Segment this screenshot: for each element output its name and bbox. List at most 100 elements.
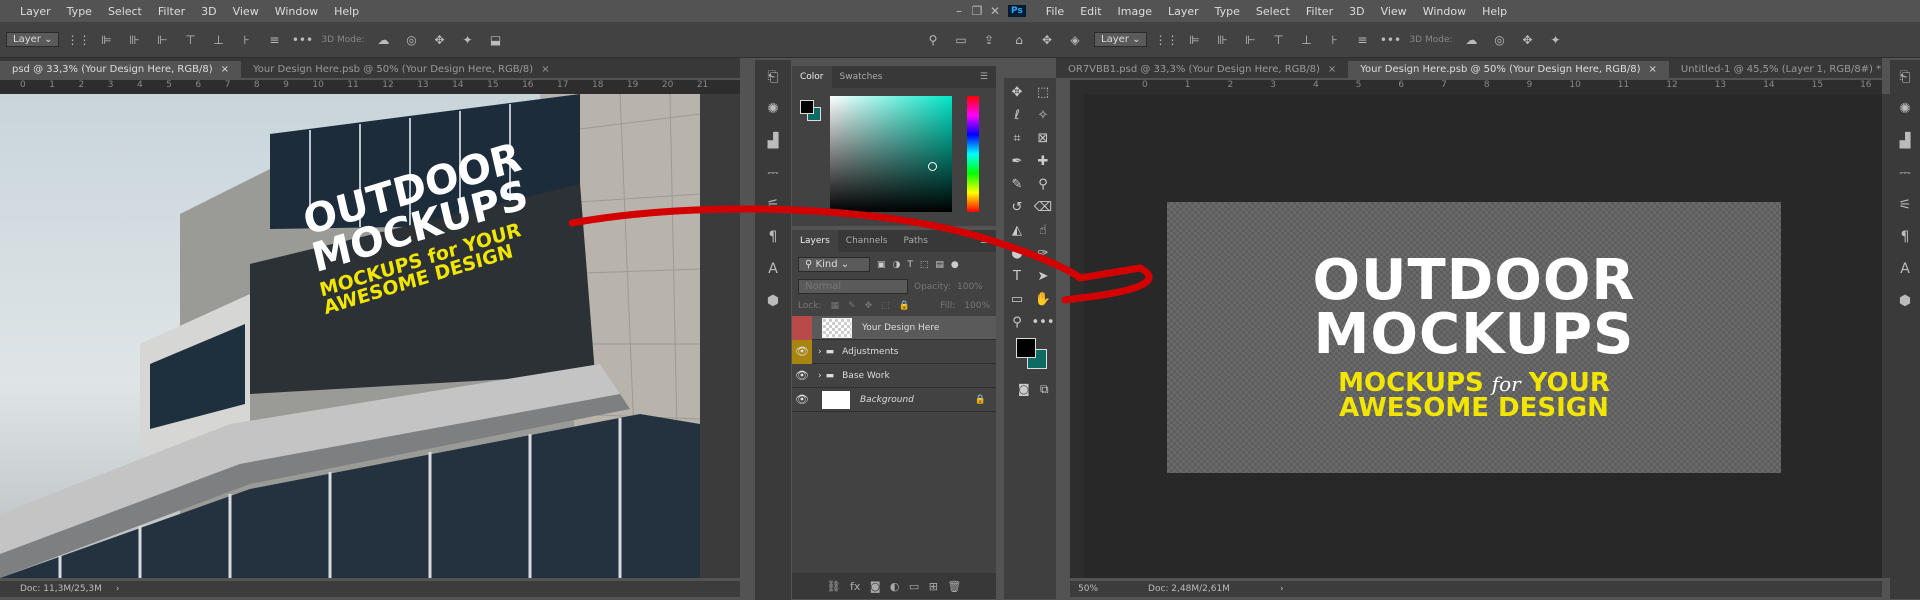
more-options-icon[interactable]: ••• — [292, 31, 313, 49]
history-icon[interactable]: ⎗ — [764, 68, 782, 86]
doc-tab[interactable]: Untitled-1 @ 45,5% (Layer 1, RGB/8#) *× — [1669, 61, 1910, 78]
tab-close-icon[interactable]: × — [1648, 64, 1656, 75]
pan-3d-icon[interactable]: ✥ — [1519, 31, 1537, 49]
scale-3d-icon[interactable]: ⬓ — [487, 31, 505, 49]
menu-3d[interactable]: 3D — [1341, 5, 1372, 18]
vertical-scrollbar[interactable] — [1882, 94, 1890, 578]
menu-image[interactable]: Image — [1110, 5, 1160, 18]
move-tool-icon[interactable]: ✥ — [1038, 31, 1056, 49]
tab-close-icon[interactable]: × — [221, 64, 229, 75]
more-options-icon[interactable]: ••• — [1380, 31, 1401, 49]
fill-value[interactable]: 100% — [964, 301, 990, 311]
align-bottom-icon[interactable]: ⊦ — [237, 31, 255, 49]
clone-stamp-icon[interactable]: ⚲ — [1031, 173, 1055, 195]
menu-layer[interactable]: Layer — [1160, 5, 1207, 18]
lock-artboard-icon[interactable]: ⬚ — [881, 301, 890, 311]
home-icon[interactable]: ⌂ — [1010, 31, 1028, 49]
histogram-icon[interactable]: ▟ — [764, 132, 782, 150]
menu-type[interactable]: Type — [1207, 5, 1248, 18]
quick-mask-icon[interactable]: ◙ — [1018, 382, 1030, 396]
fg-color-swatch[interactable] — [800, 100, 814, 114]
doc-tab[interactable]: Your Design Here.psb @ 50% (Your Design … — [1348, 61, 1669, 78]
path-select-icon[interactable]: ➤ — [1031, 265, 1055, 287]
tab-paths[interactable]: Paths — [895, 236, 935, 246]
tool-fg-color[interactable] — [1016, 338, 1036, 358]
align-top-icon[interactable]: ⊤ — [1269, 31, 1287, 49]
layer-row[interactable]: 👁 › ▬ Adjustments — [792, 339, 996, 364]
smudge-icon[interactable]: ☝ — [1031, 219, 1055, 241]
auto-select-dropdown[interactable]: Layer ⌄ — [6, 32, 60, 47]
3d-cube-icon[interactable]: ⬢ — [1896, 292, 1914, 310]
transform-controls-icon[interactable]: ⋮⋮ — [1154, 31, 1178, 49]
frame-tool-icon[interactable]: ⊠ — [1031, 127, 1055, 149]
history-brush-icon[interactable]: ↺ — [1005, 196, 1029, 218]
slide-3d-icon[interactable]: ✦ — [1547, 31, 1565, 49]
orbit-3d-icon[interactable]: ☁ — [375, 31, 393, 49]
slide-3d-icon[interactable]: ✦ — [459, 31, 477, 49]
eyedropper-icon[interactable]: ✒ — [1005, 150, 1029, 172]
layer-row[interactable]: 👁 › ▬ Base Work — [792, 364, 996, 388]
character-icon[interactable]: A — [764, 260, 782, 278]
visibility-eye-icon[interactable]: 👁 — [792, 339, 812, 364]
align-center-icon[interactable]: ⊪ — [1213, 31, 1231, 49]
filter-toggle-icon[interactable]: ● — [951, 260, 959, 270]
menu-help[interactable]: Help — [326, 5, 367, 18]
menu-filter[interactable]: Filter — [150, 5, 193, 18]
menu-window[interactable]: Window — [1415, 5, 1474, 18]
filter-smart-icon[interactable]: ▤ — [935, 260, 944, 270]
dodge-icon[interactable]: ● — [1005, 242, 1029, 264]
search-icon[interactable]: ⚲ — [924, 31, 942, 49]
align-left-icon[interactable]: ⊫ — [1185, 31, 1203, 49]
paint-bucket-icon[interactable]: ◭ — [1005, 219, 1029, 241]
filter-adjust-icon[interactable]: ◑ — [893, 260, 901, 270]
workspace-icon[interactable]: ▭ — [952, 31, 970, 49]
doc-tab[interactable]: psd @ 33,3% (Your Design Here, RGB/8) × — [0, 61, 241, 78]
3d-cube-icon[interactable]: ⬢ — [764, 292, 782, 310]
layer-stack-icon[interactable]: ◈ — [1066, 31, 1084, 49]
zoom-level[interactable]: 50% — [1078, 584, 1098, 594]
align-right-icon[interactable]: ⊩ — [1241, 31, 1259, 49]
hue-slider[interactable] — [967, 96, 979, 212]
pan-3d-icon[interactable]: ✥ — [431, 31, 449, 49]
menu-filter[interactable]: Filter — [1298, 5, 1341, 18]
tab-color[interactable]: Color — [792, 66, 832, 88]
menu-edit[interactable]: Edit — [1072, 5, 1109, 18]
tab-layers[interactable]: Layers — [792, 230, 838, 252]
magic-wand-icon[interactable]: ✧ — [1031, 104, 1055, 126]
visibility-eye-icon[interactable]: 👁 — [792, 393, 812, 406]
menu-select[interactable]: Select — [100, 5, 150, 18]
distribute-icon[interactable]: ≡ — [265, 31, 283, 49]
zoom-tool-icon[interactable]: ⚲ — [1005, 311, 1029, 333]
menu-help[interactable]: Help — [1474, 5, 1515, 18]
histogram-icon[interactable]: ▟ — [1896, 132, 1914, 150]
tab-close-icon[interactable]: × — [541, 64, 549, 75]
menu-view[interactable]: View — [225, 5, 267, 18]
filter-pixel-icon[interactable]: ▣ — [877, 260, 886, 270]
blend-mode-dropdown[interactable]: Normal — [798, 279, 908, 294]
close-icon[interactable]: ✕ — [986, 2, 1004, 20]
expand-arrow-icon[interactable]: › — [818, 347, 822, 357]
adjustments-icon[interactable]: ✺ — [1896, 100, 1914, 118]
doc-tab[interactable]: Your Design Here.psb @ 50% (Your Design … — [241, 61, 562, 78]
lock-all-icon[interactable]: 🔒 — [899, 301, 910, 311]
tab-channels[interactable]: Channels — [838, 236, 896, 246]
paragraph-icon[interactable]: ¶ — [764, 228, 782, 246]
more-tools-icon[interactable]: ••• — [1031, 311, 1055, 333]
auto-select-dropdown[interactable]: Layer ⌄ — [1094, 32, 1148, 47]
minimize-icon[interactable]: – — [950, 2, 968, 20]
link-layers-icon[interactable]: ⛓ — [827, 580, 841, 593]
lasso-tool-icon[interactable]: ℓ — [1005, 104, 1029, 126]
character-icon[interactable]: A — [1896, 260, 1914, 278]
align-right-icon[interactable]: ⊩ — [153, 31, 171, 49]
menu-layer[interactable]: Layer — [12, 5, 59, 18]
screen-mode-icon[interactable]: ⧉ — [1040, 382, 1049, 397]
color-picker-ring[interactable] — [928, 162, 937, 171]
layer-row[interactable]: Your Design Here — [792, 315, 996, 340]
roll-3d-icon[interactable]: ◎ — [1491, 31, 1509, 49]
delete-layer-icon[interactable]: 🗑 — [947, 580, 961, 593]
menu-type[interactable]: Type — [59, 5, 100, 18]
align-top-icon[interactable]: ⊤ — [181, 31, 199, 49]
type-tool-icon[interactable]: T — [1005, 265, 1029, 287]
crop-tool-icon[interactable]: ⌗ — [1005, 127, 1029, 149]
align-center-icon[interactable]: ⊪ — [125, 31, 143, 49]
